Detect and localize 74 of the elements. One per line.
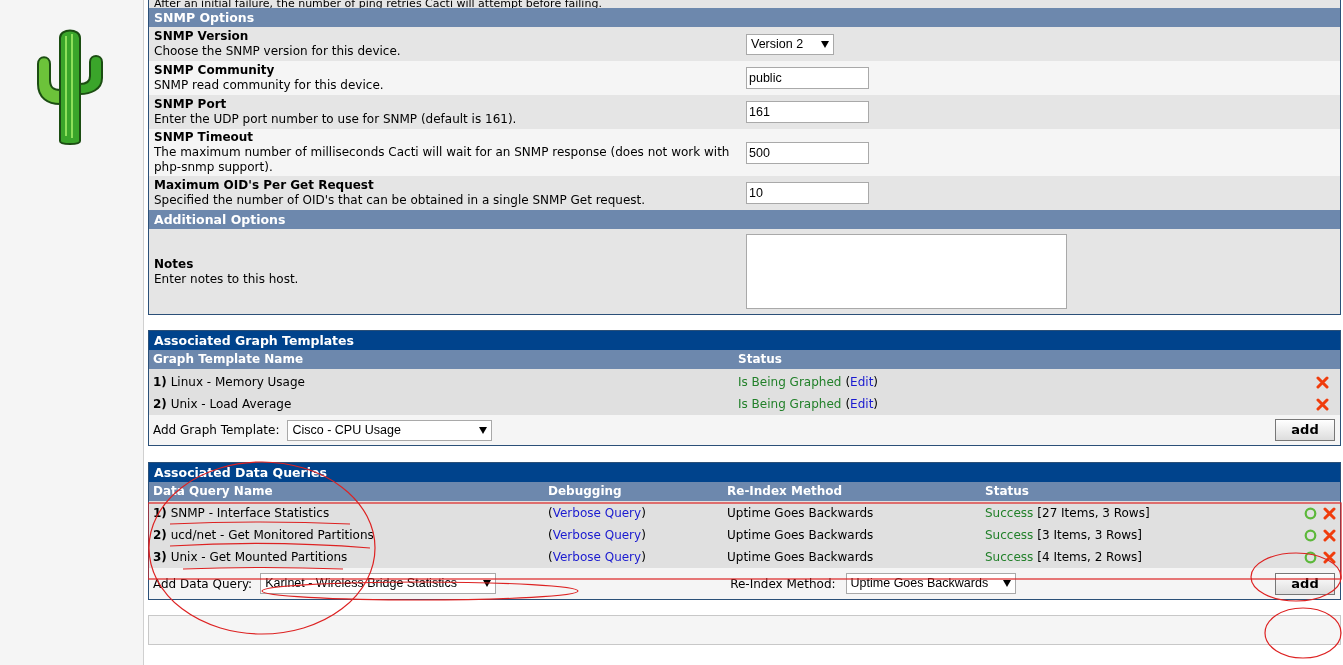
column-header: Debugging — [548, 483, 623, 500]
table-cell-text: Uptime Goes Backwards — [727, 549, 875, 566]
input-field[interactable]: 500 — [746, 141, 869, 164]
field-description: The maximum number of milliseconds Cacti will wait for an SNMP response (does not work with php-snmp support). — [154, 145, 731, 175]
delete-icon[interactable] — [1316, 397, 1329, 411]
reindex-circle-icon[interactable] — [1304, 506, 1317, 520]
bracket-text: ) — [641, 505, 646, 522]
status-text: Is Being Graphed — [738, 396, 842, 413]
add-button[interactable]: add — [1275, 419, 1335, 441]
status-detail: [27 Items, 3 Rows] — [1037, 505, 1150, 522]
status-text: Success — [985, 527, 1034, 544]
section-header: Additional Options — [149, 210, 1340, 229]
bracket-text: ( — [548, 527, 553, 544]
status-detail: [3 Items, 3 Rows] — [1037, 527, 1142, 544]
delete-icon[interactable] — [1323, 528, 1336, 542]
bracket-text: ( — [845, 396, 851, 413]
column-header: Status — [738, 351, 783, 368]
column-header: Status — [985, 483, 1030, 500]
table-cell-text: 2) ucd/net - Get Monitored Partitions — [153, 527, 375, 544]
select-dropdown[interactable]: Version 2 — [746, 33, 834, 55]
section-header: SNMP Options — [149, 8, 1340, 27]
field-description: Enter notes to this host. — [154, 271, 300, 287]
field-label: SNMP Timeout — [154, 130, 255, 145]
field-label: SNMP Community — [154, 63, 276, 78]
notes-textarea[interactable] — [746, 234, 1067, 309]
bracket-text: ) — [641, 527, 646, 544]
field-label: Notes — [154, 256, 195, 272]
field-label: SNMP Port — [154, 97, 228, 112]
reindex-label: Re-Index Method: — [730, 575, 836, 593]
status-text: Is Being Graphed — [738, 374, 842, 391]
status-detail: [4 Items, 2 Rows] — [1037, 549, 1142, 566]
edit-link[interactable]: Edit — [850, 395, 874, 413]
table-cell-text: 1) Linux - Memory Usage — [153, 374, 306, 391]
bracket-text: ) — [641, 549, 646, 566]
verbose-query-link[interactable]: Verbose Query — [552, 504, 642, 522]
field-description: Enter the UDP port number to use for SNMP (default is 161). — [154, 112, 518, 127]
table-cell-text: 3) Unix - Get Mounted Partitions — [153, 549, 349, 566]
add-button[interactable]: add — [1275, 572, 1335, 595]
dropdown-caret-icon — [821, 40, 829, 48]
verbose-query-link[interactable]: Verbose Query — [552, 526, 642, 544]
column-header: Re-Index Method — [727, 483, 844, 500]
delete-icon[interactable] — [1323, 550, 1336, 564]
field-label: Maximum OID's Per Get Request — [154, 178, 375, 193]
table-cell-text: Uptime Goes Backwards — [727, 527, 875, 544]
section-header: Associated Graph Templates — [149, 331, 1340, 350]
delete-icon[interactable] — [1316, 375, 1329, 389]
bracket-text: ) — [873, 396, 879, 413]
add-label: Add Graph Template: — [153, 422, 280, 439]
field-description: SNMP read community for this device. — [154, 78, 385, 93]
select-dropdown[interactable]: Uptime Goes Backwards — [845, 573, 1016, 594]
input-field[interactable]: public — [746, 67, 869, 89]
table-cell-text: 2) Unix - Load Average — [153, 396, 293, 413]
reindex-circle-icon[interactable] — [1304, 550, 1317, 564]
dropdown-caret-icon — [1002, 580, 1011, 587]
delete-icon[interactable] — [1323, 506, 1336, 520]
status-text: Success — [985, 549, 1034, 566]
select-dropdown[interactable]: Cisco - CPU Usage — [287, 419, 493, 441]
reindex-circle-icon[interactable] — [1304, 528, 1317, 542]
status-text: Success — [985, 505, 1034, 522]
bracket-text: ) — [873, 374, 879, 391]
bracket-text: ( — [548, 549, 553, 566]
bracket-text: ( — [548, 505, 553, 522]
input-field[interactable]: 10 — [746, 182, 869, 204]
input-field[interactable]: 161 — [746, 101, 869, 123]
field-description: Specified the number of OID's that can be obtained in a single SNMP Get request. — [154, 193, 647, 208]
dropdown-caret-icon — [479, 426, 488, 434]
dropdown-caret-icon — [483, 580, 492, 587]
column-header: Graph Template Name — [153, 351, 305, 368]
edit-link[interactable]: Edit — [850, 373, 874, 391]
field-label: SNMP Version — [154, 29, 250, 44]
table-cell-text: Uptime Goes Backwards — [727, 505, 875, 522]
field-description: Choose the SNMP version for this device. — [154, 44, 402, 59]
bracket-text: ( — [845, 374, 851, 391]
verbose-query-link[interactable]: Verbose Query — [552, 548, 642, 566]
